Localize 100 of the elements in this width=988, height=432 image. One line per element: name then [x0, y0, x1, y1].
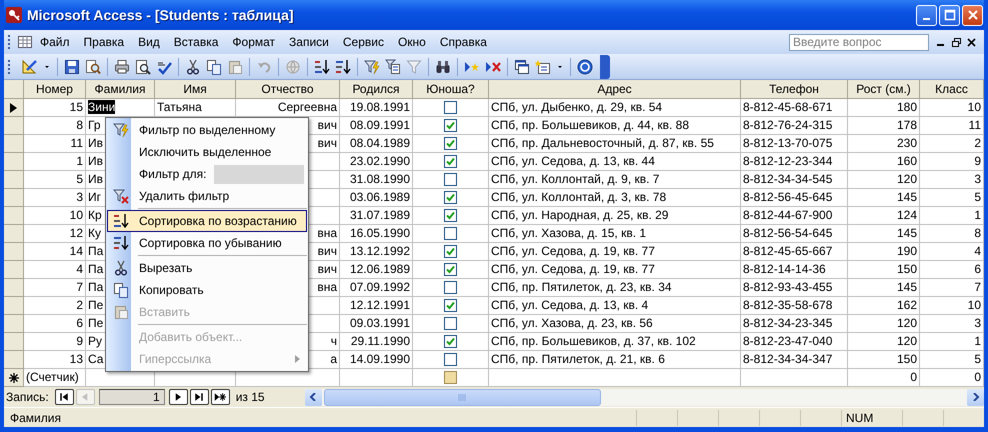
- table-cell: 23.02.1990: [340, 153, 413, 171]
- print-preview-icon[interactable]: [135, 58, 151, 74]
- table-cell: СПб, пр. Большевиков, д. 37, кв. 102: [489, 333, 741, 351]
- checkbox[interactable]: [444, 371, 457, 384]
- row-selector[interactable]: [4, 369, 24, 387]
- menu-item[interactable]: Сортировка по возрастанию: [107, 210, 307, 232]
- paste-icon[interactable]: [227, 58, 243, 74]
- table-cell: Ру: [88, 334, 102, 348]
- menu-item[interactable]: Файл: [33, 33, 77, 51]
- table-cell: СПб, ул. Дыбенко, д. 29, кв. 54: [489, 99, 741, 117]
- checkbox[interactable]: [444, 335, 457, 348]
- table-cell: 12.06.1989: [340, 261, 413, 279]
- next-record-button[interactable]: [168, 389, 188, 405]
- new-record-button[interactable]: [210, 389, 230, 405]
- table-cell: 14: [24, 243, 86, 261]
- menu-item[interactable]: Формат: [225, 33, 282, 51]
- table-cell: Иг: [88, 190, 102, 204]
- menu-item[interactable]: Удалить фильтр: [107, 185, 307, 207]
- table-cell: СПб, ул. Седова, д. 13, кв. 4: [489, 297, 741, 315]
- submenu-arrow-icon: [295, 355, 300, 363]
- new-object-icon[interactable]: [535, 58, 551, 74]
- sort-ascending-icon[interactable]: [314, 58, 330, 74]
- database-window-icon[interactable]: [514, 58, 530, 74]
- table-cell: СПб, ул. Хазова, д. 15, кв. 1: [489, 225, 741, 243]
- checkbox[interactable]: [444, 119, 457, 132]
- column-header[interactable]: Адрес: [489, 80, 741, 99]
- column-header[interactable]: Юноша?: [413, 80, 489, 99]
- close-button[interactable]: [962, 4, 983, 26]
- table-cell: 8-812-56-54-645: [741, 225, 848, 243]
- checkbox[interactable]: [444, 209, 457, 222]
- menu-item[interactable]: Вставка: [166, 33, 226, 51]
- scroll-left-button[interactable]: [304, 388, 322, 406]
- row-selector[interactable]: [4, 99, 24, 117]
- column-header[interactable]: Отчество: [236, 80, 340, 99]
- minimize-button[interactable]: [916, 4, 937, 26]
- help-search-field[interactable]: Введите вопрос: [789, 34, 929, 50]
- menu-item[interactable]: Сервис: [336, 33, 391, 51]
- column-header[interactable]: Имя: [155, 80, 236, 99]
- table-cell: 8: [920, 225, 984, 243]
- checkbox[interactable]: [444, 101, 457, 114]
- table-cell: 10: [24, 207, 86, 225]
- scissors-icon[interactable]: [185, 58, 201, 74]
- column-header[interactable]: Класс: [920, 80, 984, 99]
- checkbox[interactable]: [444, 191, 457, 204]
- column-header[interactable]: Телефон: [741, 80, 848, 99]
- table-cell: 8-812-35-58-678: [741, 297, 848, 315]
- first-record-button[interactable]: [54, 389, 74, 405]
- file-search-icon[interactable]: [85, 58, 101, 74]
- checkbox[interactable]: [444, 245, 457, 258]
- last-record-button[interactable]: [190, 389, 209, 405]
- table-cell: 3: [920, 315, 984, 333]
- checkbox[interactable]: [444, 137, 457, 150]
- checkbox[interactable]: [444, 263, 457, 276]
- table-cell: СПб, ул. Народная, д. 25, кв. 29: [489, 207, 741, 225]
- printer-icon[interactable]: [114, 58, 130, 74]
- table-cell: 29.11.1990: [340, 333, 413, 351]
- design-view-icon[interactable]: [22, 58, 38, 74]
- checkbox[interactable]: [444, 227, 457, 240]
- copy-icon[interactable]: [206, 58, 222, 74]
- save-icon[interactable]: [64, 58, 80, 74]
- record-count: из 15: [236, 390, 265, 404]
- checkbox[interactable]: [444, 317, 457, 330]
- menu-item[interactable]: Окно: [390, 33, 433, 51]
- filter-lightning-icon[interactable]: [364, 58, 380, 74]
- filter-form-icon[interactable]: [385, 58, 401, 74]
- checkbox[interactable]: [444, 281, 457, 294]
- column-header[interactable]: Родился: [340, 80, 413, 99]
- table-cell: 12: [24, 225, 86, 243]
- maximize-button[interactable]: [939, 4, 960, 26]
- checkbox[interactable]: [444, 155, 457, 168]
- menu-item[interactable]: Справка: [432, 33, 494, 51]
- table-cell: Па: [88, 262, 104, 276]
- checkbox[interactable]: [444, 173, 457, 186]
- table-cell: 13.12.1992: [340, 243, 413, 261]
- filter-input-field[interactable]: [214, 164, 304, 184]
- record-number-field[interactable]: 1: [98, 389, 165, 405]
- column-header[interactable]: Рост (см.): [848, 80, 920, 99]
- restore-icon[interactable]: [952, 38, 961, 46]
- scroll-right-button[interactable]: [967, 388, 984, 406]
- menu-item[interactable]: Правка: [76, 33, 132, 51]
- checkbox[interactable]: [444, 353, 457, 366]
- column-header[interactable]: Фамилия: [86, 80, 155, 99]
- sort-descending-icon[interactable]: [335, 58, 351, 74]
- help-icon[interactable]: [577, 58, 593, 74]
- table-cell: 4: [24, 261, 86, 279]
- table-cell: 10: [920, 99, 984, 117]
- menu-item[interactable]: Фильтр для:: [107, 163, 307, 185]
- table-cell: СПб, ул. Коллонтай, д. 3, кв. 78: [489, 189, 741, 207]
- binoculars-icon[interactable]: [435, 58, 451, 74]
- scroll-thumb[interactable]: [324, 388, 601, 406]
- menu-item[interactable]: Вид: [131, 33, 167, 51]
- minimize-icon: [923, 18, 930, 20]
- checkbox[interactable]: [444, 299, 457, 312]
- horizontal-scrollbar[interactable]: [304, 388, 984, 406]
- table-cell: 15: [24, 99, 86, 117]
- column-header[interactable]: Номер: [24, 80, 86, 99]
- table-cell: 11: [24, 135, 86, 153]
- close-icon[interactable]: [967, 38, 976, 46]
- menu-item[interactable]: Записи: [282, 33, 336, 51]
- toolbar-options-button[interactable]: [600, 54, 610, 78]
